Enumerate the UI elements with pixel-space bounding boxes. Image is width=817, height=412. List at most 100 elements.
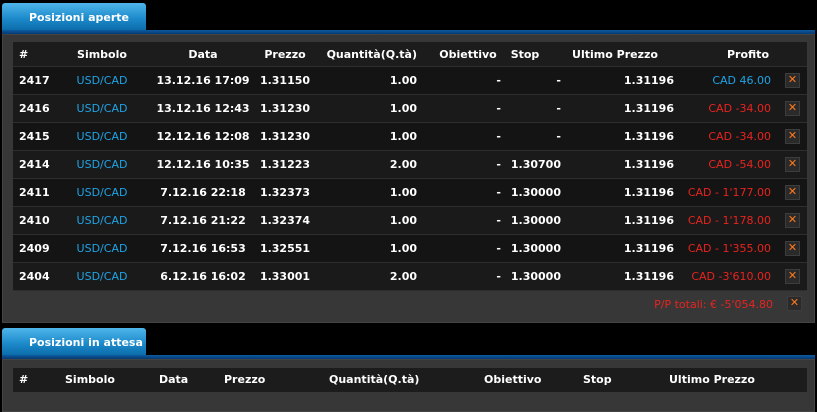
row-last-price: 1.31196 — [623, 214, 674, 227]
col-header-symbol: Simbolo — [65, 373, 115, 386]
row-date: 7.12.16 22:18 — [160, 186, 246, 199]
row-id: 2410 — [19, 214, 50, 227]
row-profit: CAD - 1'177.00 — [687, 186, 771, 199]
row-stop: 1.30000 — [510, 242, 561, 255]
row-symbol[interactable]: USD/CAD — [53, 95, 151, 122]
col-header-target: Obiettivo — [484, 373, 542, 386]
row-last-price: 1.31196 — [623, 242, 674, 255]
open-positions-panel: Posizioni aperte # Simbolo Data Prezzo Q… — [0, 0, 817, 323]
row-id: 2404 — [19, 270, 50, 283]
row-date: 13.12.16 12:43 — [156, 102, 250, 115]
row-date: 6.12.16 16:02 — [160, 270, 246, 283]
table-row: 2409 USD/CAD 7.12.16 16:53 1.32551 1.00-1.30… — [13, 235, 807, 263]
row-symbol[interactable]: USD/CAD — [53, 151, 151, 178]
row-quantity: 1.00 — [389, 102, 417, 115]
row-stop: - — [556, 74, 561, 87]
row-price: 1.31230 — [259, 102, 311, 115]
row-profit: CAD -34.00 — [708, 130, 771, 143]
tab-open-positions[interactable]: Posizioni aperte — [2, 3, 146, 31]
row-quantity: 2.00 — [389, 158, 417, 171]
close-position-button[interactable]: ✕ — [785, 185, 800, 200]
row-price: 1.32374 — [259, 214, 311, 227]
close-position-button[interactable]: ✕ — [785, 73, 800, 88]
row-price: 1.31230 — [259, 130, 311, 143]
table-row: 2417 USD/CAD 13.12.16 17:09 1.31150 1.00- -1.… — [13, 67, 807, 95]
row-stop: 1.30700 — [510, 158, 561, 171]
total-row: P/P totali: € -5'054.80 ✕ — [15, 294, 809, 316]
col-header-profit: Profito — [726, 48, 769, 61]
row-last-price: 1.31196 — [623, 270, 674, 283]
row-last-price: 1.31196 — [623, 102, 674, 115]
table-row: 2404 USD/CAD 6.12.16 16:02 1.33001 2.00-1.30… — [13, 263, 807, 291]
row-symbol[interactable]: USD/CAD — [53, 263, 151, 290]
row-id: 2411 — [19, 186, 50, 199]
row-last-price: 1.31196 — [623, 130, 674, 143]
close-position-button[interactable]: ✕ — [785, 213, 800, 228]
row-date: 12.12.16 10:35 — [156, 158, 250, 171]
table-header: # Simbolo Data Prezzo Quantità(Q.tà) Obi… — [13, 42, 807, 67]
pending-positions-table: # Simbolo Data Prezzo Quantità(Q.tà) Obi… — [13, 368, 807, 392]
row-stop: 1.30000 — [510, 270, 561, 283]
row-quantity: 1.00 — [389, 186, 417, 199]
col-header-stop: Stop — [510, 48, 540, 61]
row-quantity: 1.00 — [389, 130, 417, 143]
total-pl-label: P/P totali: € -5'054.80 — [654, 298, 773, 311]
pending-positions-panel: Posizioni in attesa # Simbolo Data Prezz… — [0, 326, 817, 412]
close-position-button[interactable]: ✕ — [785, 241, 800, 256]
row-stop: - — [556, 130, 561, 143]
row-quantity: 1.00 — [389, 242, 417, 255]
row-symbol[interactable]: USD/CAD — [53, 123, 151, 150]
row-last-price: 1.31196 — [623, 74, 674, 87]
row-date: 7.12.16 16:53 — [160, 242, 246, 255]
row-id: 2414 — [19, 158, 50, 171]
col-header-last-price: Ultimo Prezzo — [572, 48, 658, 61]
row-stop: 1.30000 — [510, 214, 561, 227]
col-header-price: Prezzo — [224, 373, 266, 386]
row-date: 12.12.16 12:08 — [156, 130, 250, 143]
close-all-button[interactable]: ✕ — [787, 296, 802, 311]
open-positions-box: # Simbolo Data Prezzo Quantità(Q.tà) Obi… — [2, 34, 815, 323]
col-header-date: Data — [188, 48, 218, 61]
table-row: 2411 USD/CAD 7.12.16 22:18 1.32373 1.00-1.30… — [13, 179, 807, 207]
row-profit: CAD 46.00 — [712, 74, 771, 87]
col-header-id: # — [19, 48, 29, 61]
tab-pending-positions[interactable]: Posizioni in attesa — [2, 328, 146, 356]
col-header-date: Data — [159, 373, 189, 386]
row-symbol[interactable]: USD/CAD — [53, 207, 151, 234]
row-price: 1.33001 — [259, 270, 311, 283]
row-id: 2415 — [19, 130, 50, 143]
row-profit: CAD -3'610.00 — [691, 270, 771, 283]
close-position-button[interactable]: ✕ — [785, 101, 800, 116]
col-header-id: # — [19, 373, 29, 386]
row-date: 7.12.16 21:22 — [160, 214, 246, 227]
row-stop: - — [556, 102, 561, 115]
row-quantity: 1.00 — [389, 74, 417, 87]
close-position-button[interactable]: ✕ — [785, 157, 800, 172]
col-header-quantity: Quantità(Q.tà) — [329, 373, 420, 386]
row-symbol[interactable]: USD/CAD — [53, 67, 151, 94]
row-quantity: 2.00 — [389, 270, 417, 283]
col-header-symbol: Simbolo — [77, 48, 127, 61]
row-last-price: 1.31196 — [623, 186, 674, 199]
table-row: 2416 USD/CAD 13.12.16 12:43 1.31230 1.00- -1.… — [13, 95, 807, 123]
row-date: 13.12.16 17:09 — [156, 74, 250, 87]
row-symbol[interactable]: USD/CAD — [53, 179, 151, 206]
row-id: 2417 — [19, 74, 50, 87]
row-price: 1.32551 — [259, 242, 311, 255]
close-position-button[interactable]: ✕ — [785, 129, 800, 144]
table-header: # Simbolo Data Prezzo Quantità(Q.tà) Obi… — [13, 368, 807, 392]
row-symbol[interactable]: USD/CAD — [53, 235, 151, 262]
pending-positions-box: # Simbolo Data Prezzo Quantità(Q.tà) Obi… — [2, 359, 815, 412]
row-profit: CAD - 1'178.00 — [687, 214, 771, 227]
row-profit: CAD - 1'355.00 — [687, 242, 771, 255]
row-price: 1.32373 — [259, 186, 311, 199]
col-header-price: Prezzo — [264, 48, 306, 61]
close-position-button[interactable]: ✕ — [785, 269, 800, 284]
table-row: 2410 USD/CAD 7.12.16 21:22 1.32374 1.00-1.30… — [13, 207, 807, 235]
table-row: 2414 USD/CAD 12.12.16 10:35 1.31223 2.00-1.3… — [13, 151, 807, 179]
row-profit: CAD -34.00 — [708, 102, 771, 115]
open-positions-table: # Simbolo Data Prezzo Quantità(Q.tà) Obi… — [13, 42, 807, 291]
table-row: 2415 USD/CAD 12.12.16 12:08 1.31230 1.00- -1.… — [13, 123, 807, 151]
row-stop: 1.30000 — [510, 186, 561, 199]
row-price: 1.31223 — [259, 158, 311, 171]
